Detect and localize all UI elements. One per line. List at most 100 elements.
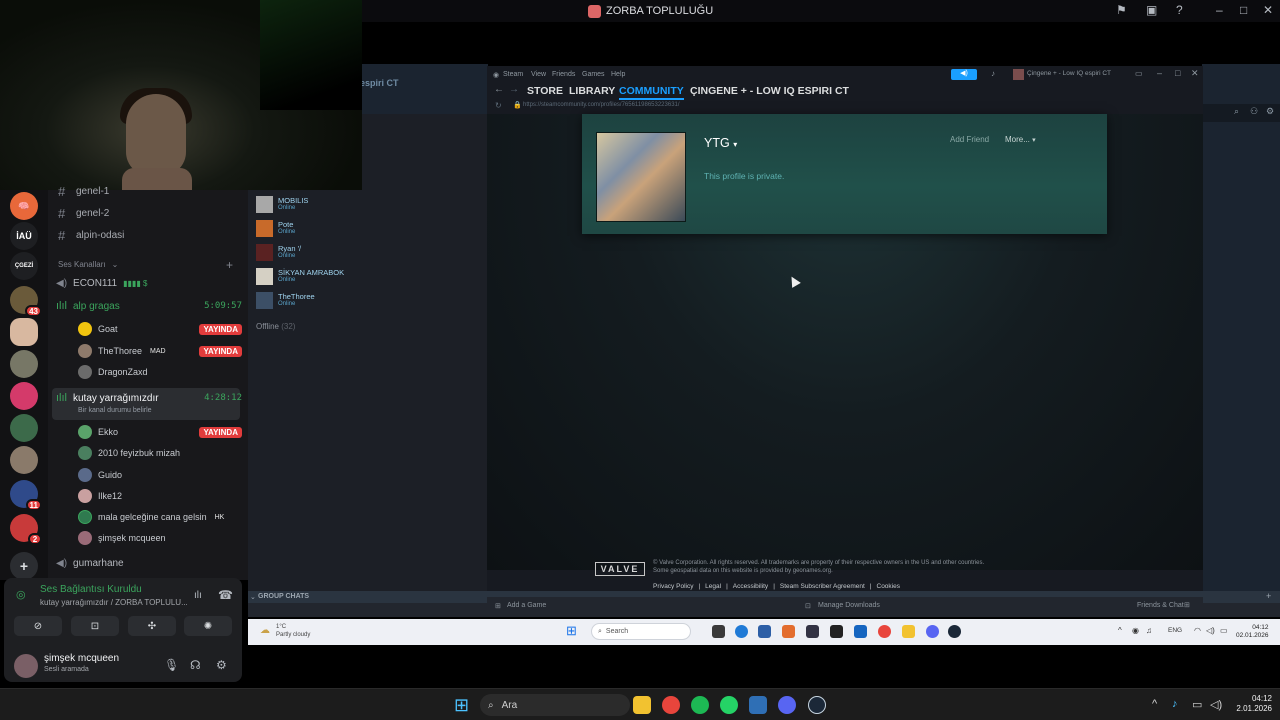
server-icon[interactable] [10, 350, 38, 378]
friends-chat-icon[interactable]: ⊞ [1184, 601, 1190, 609]
legal-link[interactable]: Legal [705, 583, 721, 590]
settings-icon[interactable]: ⚙ [216, 658, 227, 672]
voice-user[interactable]: Guido [78, 467, 242, 483]
profile-name[interactable]: YTG ▾ [704, 136, 737, 150]
nav-library[interactable]: LIBRARY [569, 85, 615, 97]
steam-icon[interactable] [808, 696, 826, 714]
forward-arrow-icon[interactable]: → [509, 84, 519, 95]
server-cgezi[interactable]: ÇGEZİ [10, 252, 38, 280]
add-group-icon[interactable]: + [1266, 591, 1271, 601]
voice-user[interactable]: DragonZaxd [78, 364, 242, 380]
taskbar-clock[interactable]: 04:12 2.01.2026 [1226, 694, 1272, 714]
start-icon[interactable]: ⊞ [566, 623, 577, 639]
steam-icon[interactable] [948, 625, 961, 638]
start-icon[interactable]: ⊞ [454, 695, 469, 716]
privacy-policy-link[interactable]: Privacy Policy [653, 583, 693, 590]
announcement-icon[interactable]: ◀) [951, 69, 977, 80]
inbox-icon[interactable]: ▣ [1146, 3, 1157, 17]
edge-icon[interactable] [735, 625, 748, 638]
cookies-link[interactable]: Cookies [877, 583, 900, 590]
discord-icon[interactable] [926, 625, 939, 638]
tray-display-icon[interactable]: ▭ [1192, 698, 1202, 711]
maximize-icon[interactable]: □ [1175, 68, 1180, 78]
reload-icon[interactable]: ↻ [495, 101, 502, 110]
volume-icon[interactable]: ◁) [1210, 698, 1222, 711]
add-channel-icon[interactable]: + [226, 258, 233, 272]
app-icon[interactable] [806, 625, 819, 638]
headphones-icon[interactable]: ☊ [190, 658, 201, 672]
help-icon[interactable]: ? [1176, 3, 1183, 17]
microphone-icon[interactable]: 🎙 [164, 658, 179, 672]
account-name[interactable]: Çingene + - Low IQ espiri CT [1027, 70, 1111, 77]
taskbar-search[interactable]: ⌕ Ara [480, 694, 630, 716]
chrome-icon[interactable] [878, 625, 891, 638]
voice-channel[interactable]: ◀) ECON111 ▮▮▮▮ $ [56, 278, 242, 289]
noise-suppression-icon[interactable]: ılı [194, 590, 202, 601]
account-avatar[interactable] [1013, 69, 1024, 80]
settings-icon[interactable]: ⚙ [1266, 106, 1274, 117]
text-channel[interactable]: # alpin-odasi [58, 228, 124, 243]
user-name[interactable]: şimşek mcqueen [44, 653, 119, 664]
channel-status-hint[interactable]: Bir kanal durumu belirle [78, 407, 152, 414]
minimize-icon[interactable]: – [1216, 3, 1223, 17]
menu-view[interactable]: View [531, 71, 546, 78]
tray-chevron-icon[interactable]: ^ [1152, 698, 1157, 710]
discord-icon[interactable] [778, 696, 796, 714]
voice-user[interactable]: Ilke12 [78, 488, 242, 504]
nav-store[interactable]: STORE [527, 85, 563, 97]
manage-downloads-button[interactable]: Manage Downloads [818, 602, 880, 609]
tray-mic-icon[interactable]: ♪ [1172, 698, 1178, 710]
server-icon[interactable]: 2 [10, 514, 42, 545]
add-server-icon[interactable]: + [10, 552, 38, 580]
close-icon[interactable]: ✕ [1263, 3, 1273, 17]
spotify-icon[interactable] [691, 696, 709, 714]
text-channel[interactable]: # genel-1 [58, 184, 109, 199]
more-button[interactable]: More... ▾ [1005, 135, 1036, 144]
voice-user[interactable]: Ekko YAYINDA [78, 424, 242, 440]
user-avatar[interactable] [14, 654, 38, 678]
weather-widget[interactable]: 1°C Partly cloudy [276, 623, 310, 639]
nav-profile[interactable]: ÇINGENE + - LOW IQ ESPIRI CT [690, 85, 849, 97]
server-icon[interactable] [10, 414, 38, 442]
app-icon[interactable] [749, 696, 767, 714]
screen-share-button[interactable]: ⊡ [71, 616, 119, 636]
friends-chat-button[interactable]: Friends & Chat [1137, 602, 1184, 609]
server-icon[interactable]: 🧠 [10, 192, 38, 220]
menu-steam[interactable]: Steam [503, 71, 523, 78]
voice-user[interactable]: 2010 feyizbuk mizah [78, 445, 242, 461]
voice-channel[interactable]: ◀) gumarhane [56, 558, 242, 569]
server-iau[interactable]: İAÜ [10, 222, 38, 250]
battery-icon[interactable]: ▭ [1220, 626, 1228, 635]
maximize-icon[interactable]: □ [1240, 3, 1247, 17]
voice-user[interactable]: TheThoree MAD YAYINDA [78, 343, 242, 359]
minimize-icon[interactable]: – [1157, 68, 1162, 78]
wifi-icon[interactable]: ◠ [1194, 626, 1201, 635]
url-bar[interactable]: https://steamcommunity.com/profiles/7656… [523, 102, 680, 108]
store-icon[interactable] [758, 625, 771, 638]
volume-icon[interactable]: ◁) [1206, 626, 1215, 635]
app-icon[interactable] [782, 625, 795, 638]
app-icon[interactable] [830, 625, 843, 638]
soundboard-button[interactable]: ✺ [184, 616, 232, 636]
activities-button[interactable]: ✣ [128, 616, 176, 636]
flag-icon[interactable]: ⚑ [1116, 3, 1127, 17]
text-channel[interactable]: # genel-2 [58, 206, 109, 221]
subscriber-agreement-link[interactable]: Steam Subscriber Agreement [780, 583, 865, 590]
tray-chevron-icon[interactable]: ^ [1118, 626, 1122, 635]
tray-app-icon[interactable]: ◉ [1132, 626, 1139, 635]
taskview-icon[interactable] [712, 625, 725, 638]
folder-icon[interactable] [902, 625, 915, 638]
connection-channel[interactable]: kutay yarrağımızdır / ZORBA TOPLULU... [40, 598, 188, 607]
file-explorer-icon[interactable] [633, 696, 651, 714]
voice-section-header[interactable]: Ses Kanalları ⌄ [58, 260, 118, 269]
add-game-button[interactable]: Add a Game [507, 602, 546, 609]
friend-item[interactable]: Pote Online [256, 220, 295, 237]
whatsapp-icon[interactable] [720, 696, 738, 714]
vscode-icon[interactable] [854, 625, 867, 638]
language-indicator[interactable]: ENG [1168, 627, 1182, 634]
camera-off-button[interactable]: ⊘ [14, 616, 62, 636]
server-icon-active[interactable] [10, 318, 38, 346]
menu-friends[interactable]: Friends [552, 71, 575, 78]
disconnect-icon[interactable]: ☎ [218, 588, 233, 602]
friend-item[interactable]: Ryan '/Online [256, 244, 301, 261]
